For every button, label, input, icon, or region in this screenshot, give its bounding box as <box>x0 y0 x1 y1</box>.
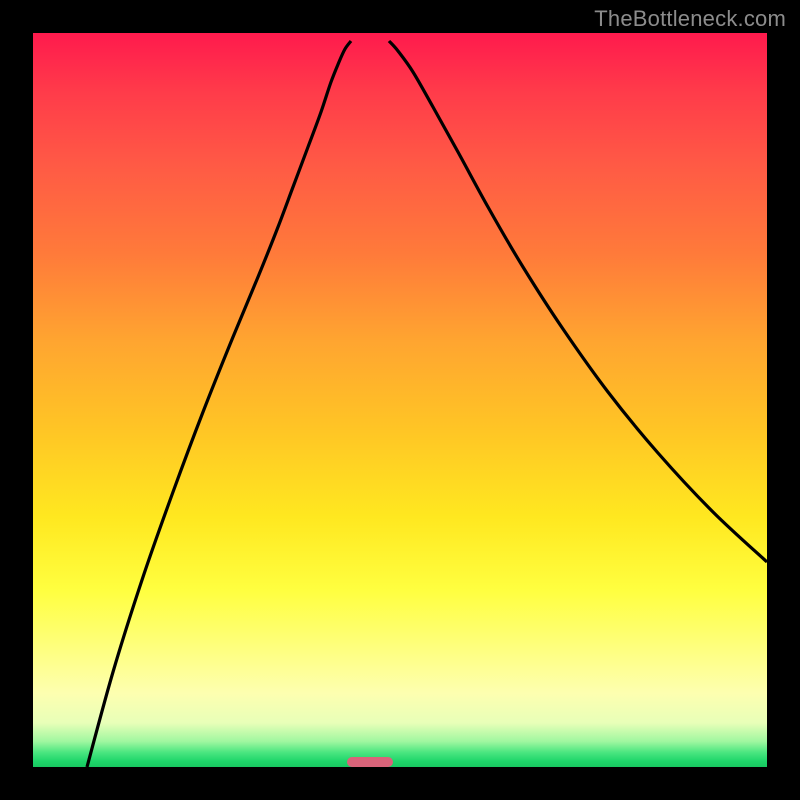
bottleneck-curve <box>33 33 767 767</box>
chart-frame: TheBottleneck.com <box>0 0 800 800</box>
chart-plot-area <box>33 33 767 767</box>
watermark-text: TheBottleneck.com <box>594 6 786 32</box>
bottleneck-marker <box>347 757 393 767</box>
right-curve-path <box>389 41 767 562</box>
left-curve-path <box>87 41 351 767</box>
